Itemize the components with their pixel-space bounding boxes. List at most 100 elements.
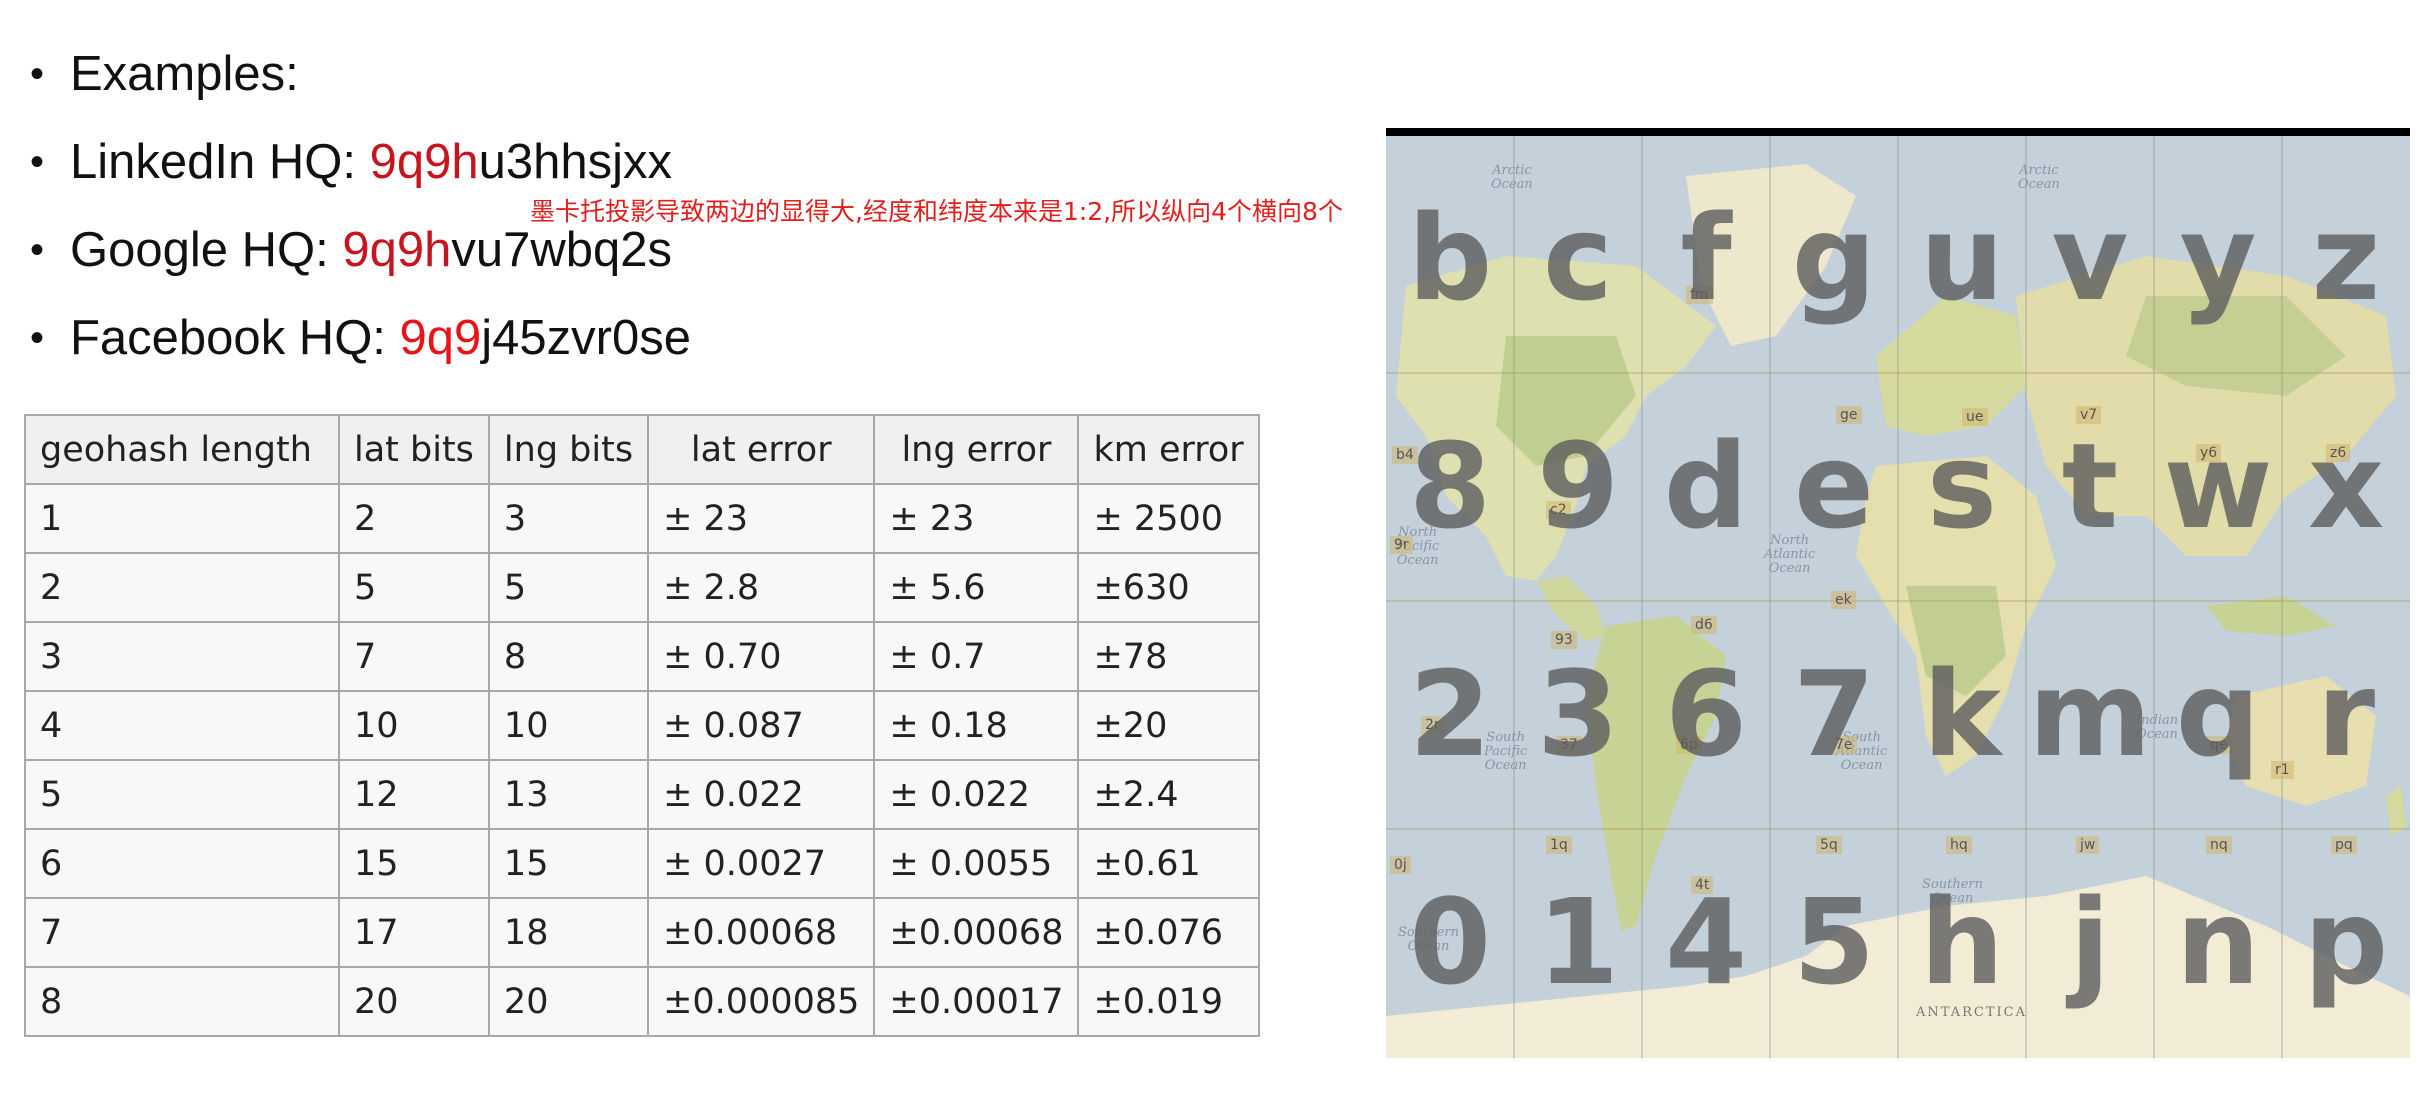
table-cell: ± 2500	[1077, 483, 1260, 554]
table-row: 3 7 8 ± 0.70 ± 0.7 ±78	[24, 621, 1260, 692]
geohash-cell-letter: b	[1407, 189, 1493, 327]
geohash-prefix: 9q9	[399, 311, 482, 365]
geohash-cell-letter: k	[1922, 645, 2002, 783]
table-cell: 2	[338, 483, 490, 554]
table-cell: ± 0.18	[873, 690, 1080, 761]
table-cell: 10	[338, 690, 490, 761]
geohash-cell-letter: v	[2051, 189, 2129, 327]
table-header-row: geohash length lat bits lng bits lat err…	[24, 414, 1260, 485]
bullet-facebook: Facebook HQ: 9q9j45zvr0se	[28, 294, 691, 382]
geohash-cell-letter: 0	[1408, 873, 1492, 1011]
table-cell: ±78	[1077, 621, 1260, 692]
table-cell: ± 0.7	[873, 621, 1080, 692]
geohash-cell-letter: z	[2311, 189, 2381, 327]
geohash-cell-letter: 5	[1792, 873, 1876, 1011]
geohash-prefix: 9q9h	[342, 223, 452, 277]
table-cell: 15	[338, 828, 490, 899]
table-cell: 15	[487, 828, 650, 899]
header-lat-error: lat error	[647, 414, 876, 485]
geohash-cell-letter: c	[1543, 189, 1613, 327]
geohash-cell-letter: q	[2175, 645, 2261, 783]
table-cell: ± 5.6	[873, 552, 1080, 623]
geohash-cell-letter: 4	[1664, 873, 1748, 1011]
table-cell: ±0.61	[1077, 828, 1260, 899]
table-cell: ± 0.70	[647, 621, 876, 692]
geohash-cell-letter: e	[1793, 417, 1875, 555]
table-cell: ±0.00017	[873, 966, 1080, 1037]
geohash-cell-letter: h	[1919, 873, 2004, 1011]
table-cell: ± 0.022	[873, 759, 1080, 830]
table-cell: 5	[24, 759, 340, 830]
table-cell: ±0.019	[1077, 966, 1260, 1037]
table-cell: 2	[24, 552, 340, 623]
table-cell: 5	[487, 552, 650, 623]
table-row: 7 17 18 ±0.00068 ±0.00068 ±0.076	[24, 897, 1260, 968]
table-cell: 7	[338, 621, 490, 692]
header-lng-bits: lng bits	[487, 414, 650, 485]
geohash-cell-letter: y	[2179, 189, 2257, 327]
table-row: 1 2 3 ± 23 ± 23 ± 2500	[24, 483, 1260, 554]
header-lng-error: lng error	[873, 414, 1080, 485]
geohash-cell-letter: f	[1680, 189, 1732, 327]
table-cell: 7	[24, 897, 340, 968]
table-cell: ±0.000085	[647, 966, 876, 1037]
geohash-cell-letter: p	[2303, 873, 2389, 1011]
geohash-cell-letter: n	[2175, 873, 2260, 1011]
geohash-prefix: 9q9h	[369, 135, 479, 189]
table-cell: ± 0.0055	[873, 828, 1080, 899]
table-cell: 5	[338, 552, 490, 623]
geohash-table: geohash length lat bits lng bits lat err…	[24, 414, 1260, 1037]
table-cell: ±0.00068	[873, 897, 1080, 968]
table-cell: ± 0.022	[647, 759, 876, 830]
annotation-note: 墨卡托投影导致两边的显得大,经度和纬度本来是1:2,所以纵向4个横向8个	[530, 197, 1343, 226]
table-cell: 3	[487, 483, 650, 554]
table-cell: 10	[487, 690, 650, 761]
table-cell: ± 23	[873, 483, 1080, 554]
geohash-cell-letter: s	[1926, 417, 1998, 555]
geohash-cell-letter: d	[1663, 417, 1749, 555]
table-cell: 13	[487, 759, 650, 830]
table-cell: ±2.4	[1077, 759, 1260, 830]
geohash-cell-letter: 2	[1408, 645, 1492, 783]
geohash-cell-letter: 7	[1792, 645, 1876, 783]
table-cell: ±0.00068	[647, 897, 876, 968]
table-row: 4 10 10 ± 0.087 ± 0.18 ±20	[24, 690, 1260, 761]
geohash-cell-letter: w	[2163, 417, 2273, 555]
table-cell: 20	[487, 966, 650, 1037]
geohash-cell-letter: x	[2307, 417, 2385, 555]
geohash-cell-letter: r	[2316, 645, 2376, 783]
geohash-cell-letter: j	[2069, 873, 2111, 1011]
table-cell: 8	[24, 966, 340, 1037]
table-cell: ± 2.8	[647, 552, 876, 623]
table-cell: 20	[338, 966, 490, 1037]
table-cell: 18	[487, 897, 650, 968]
geohash-suffix: j45zvr0se	[481, 311, 692, 365]
geohash-cell-letter: 9	[1536, 417, 1620, 555]
table-cell: 8	[487, 621, 650, 692]
geohash-cell-letter: 3	[1536, 645, 1620, 783]
table-cell: 1	[24, 483, 340, 554]
geohash-cell-letter: 8	[1408, 417, 1492, 555]
table-cell: 4	[24, 690, 340, 761]
geohash-cell-letter: 6	[1664, 645, 1748, 783]
header-geohash-length: geohash length	[24, 414, 340, 485]
geohash-cell-letter: g	[1791, 189, 1877, 327]
world-map-geohash-grid: Arctic Ocean Arctic Ocean North Pacific …	[1386, 128, 2410, 1058]
table-row: 8 20 20 ±0.000085 ±0.00017 ±0.019	[24, 966, 1260, 1037]
header-lat-bits: lat bits	[338, 414, 490, 485]
table-row: 2 5 5 ± 2.8 ± 5.6 ±630	[24, 552, 1260, 623]
bullet-examples: Examples:	[28, 30, 691, 118]
table-cell: ± 0.087	[647, 690, 876, 761]
table-cell: ± 23	[647, 483, 876, 554]
table-cell: 17	[338, 897, 490, 968]
table-cell: ±0.076	[1077, 897, 1260, 968]
table-cell: ±630	[1077, 552, 1260, 623]
table-cell: ± 0.0027	[647, 828, 876, 899]
table-row: 5 12 13 ± 0.022 ± 0.022 ±2.4	[24, 759, 1260, 830]
table-cell: 3	[24, 621, 340, 692]
table-row: 6 15 15 ± 0.0027 ± 0.0055 ±0.61	[24, 828, 1260, 899]
table-cell: ±20	[1077, 690, 1260, 761]
geohash-suffix: u3hhsjxx	[478, 135, 673, 189]
geohash-cell-letter: t	[2061, 417, 2119, 555]
geohash-suffix: vu7wbq2s	[451, 223, 673, 277]
